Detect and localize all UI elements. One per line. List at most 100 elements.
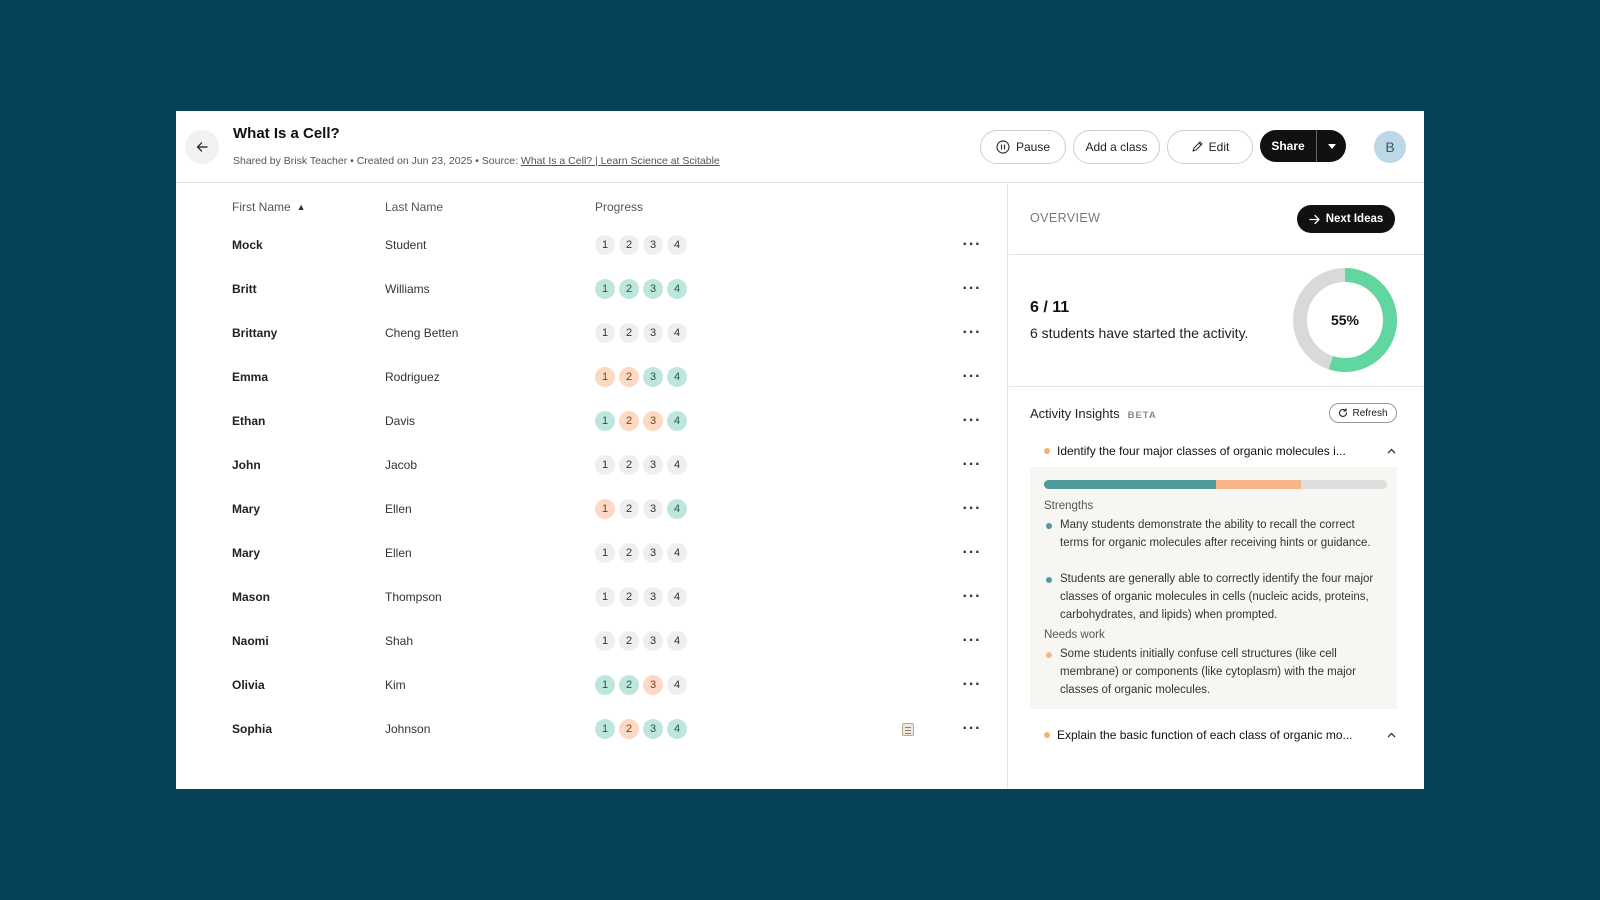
- progress-step-2[interactable]: 2: [619, 719, 639, 739]
- progress-step-3[interactable]: 3: [643, 411, 663, 431]
- next-ideas-button[interactable]: Next Ideas: [1297, 205, 1395, 233]
- overview-header: OVERVIEW Next Ideas: [1009, 184, 1424, 255]
- progress-step-3[interactable]: 3: [643, 499, 663, 519]
- progress-step-4[interactable]: 4: [667, 455, 687, 475]
- add-class-button[interactable]: Add a class: [1073, 130, 1160, 164]
- needs-work-text: Some students initially confuse cell str…: [1060, 648, 1356, 696]
- more-options-button[interactable]: ···: [960, 234, 984, 256]
- more-options-button[interactable]: ···: [960, 278, 984, 300]
- avatar[interactable]: B: [1374, 131, 1406, 163]
- arrow-left-icon: [196, 142, 208, 152]
- progress-step-2[interactable]: 2: [619, 675, 639, 695]
- progress-step-1[interactable]: 1: [595, 367, 615, 387]
- source-link[interactable]: What Is a Cell? | Learn Science at Scita…: [521, 155, 720, 167]
- progress-step-2[interactable]: 2: [619, 279, 639, 299]
- progress-step-1[interactable]: 1: [595, 411, 615, 431]
- share-button[interactable]: Share: [1260, 130, 1317, 162]
- progress-step-2[interactable]: 2: [619, 367, 639, 387]
- table-row[interactable]: Ethan Davis 1 2 3 4 ···: [176, 400, 1008, 444]
- more-options-button[interactable]: ···: [960, 542, 984, 564]
- progress-step-2[interactable]: 2: [619, 455, 639, 475]
- progress-step-1[interactable]: 1: [595, 499, 615, 519]
- progress-step-3[interactable]: 3: [643, 631, 663, 651]
- progress-steps: 1234: [595, 279, 687, 299]
- page-meta: Shared by Brisk Teacher • Created on Jun…: [233, 155, 720, 167]
- last-name-cell: Ellen: [385, 546, 412, 560]
- progress-step-2[interactable]: 2: [619, 499, 639, 519]
- table-row[interactable]: Mary Ellen 1 2 3 4 ···: [176, 488, 1008, 532]
- table-row[interactable]: Naomi Shah 1 2 3 4 ···: [176, 620, 1008, 664]
- objective-header-2[interactable]: Explain the basic function of each class…: [1030, 719, 1397, 751]
- progress-step-3[interactable]: 3: [643, 323, 663, 343]
- progress-step-4[interactable]: 4: [667, 543, 687, 563]
- progress-step-1[interactable]: 1: [595, 455, 615, 475]
- edit-button[interactable]: Edit: [1167, 130, 1253, 164]
- progress-step-3[interactable]: 3: [643, 719, 663, 739]
- progress-step-2[interactable]: 2: [619, 587, 639, 607]
- table-row[interactable]: Mock Student 1 2 3 4 ···: [176, 224, 1008, 268]
- progress-step-3[interactable]: 3: [643, 235, 663, 255]
- pause-button[interactable]: Pause: [980, 130, 1066, 164]
- progress-step-4[interactable]: 4: [667, 411, 687, 431]
- progress-step-1[interactable]: 1: [595, 719, 615, 739]
- progress-step-4[interactable]: 4: [667, 631, 687, 651]
- progress-percent: 55%: [1330, 312, 1360, 328]
- last-name-cell: Davis: [385, 414, 416, 428]
- progress-step-4[interactable]: 4: [667, 587, 687, 607]
- progress-step-1[interactable]: 1: [595, 323, 615, 343]
- more-options-button[interactable]: ···: [960, 718, 984, 740]
- student-table: First Name ▲ Last Name Progress Mock Stud…: [176, 184, 1008, 789]
- more-options-button[interactable]: ···: [960, 366, 984, 388]
- table-row[interactable]: Mason Thompson 1 2 3 4 ···: [176, 576, 1008, 620]
- progress-step-2[interactable]: 2: [619, 543, 639, 563]
- progress-step-2[interactable]: 2: [619, 411, 639, 431]
- pause-icon: [996, 140, 1010, 154]
- table-row[interactable]: Sophia Johnson 1 2 3 4 ···: [176, 708, 1008, 752]
- progress-step-1[interactable]: 1: [595, 235, 615, 255]
- progress-step-1[interactable]: 1: [595, 543, 615, 563]
- more-options-button[interactable]: ···: [960, 630, 984, 652]
- table-row[interactable]: Olivia Kim 1 2 3 4 ···: [176, 664, 1008, 708]
- overview-panel: OVERVIEW Next Ideas 6 / 11 6 students ha…: [1009, 184, 1424, 789]
- column-header-last-name[interactable]: Last Name: [385, 200, 443, 214]
- first-name-cell: Naomi: [232, 634, 269, 648]
- progress-step-3[interactable]: 3: [643, 279, 663, 299]
- progress-step-4[interactable]: 4: [667, 499, 687, 519]
- table-row[interactable]: Brittany Cheng Betten 1 2 3 4 ···: [176, 312, 1008, 356]
- more-options-button[interactable]: ···: [960, 410, 984, 432]
- edit-label: Edit: [1208, 140, 1230, 154]
- progress-step-4[interactable]: 4: [667, 367, 687, 387]
- progress-step-4[interactable]: 4: [667, 279, 687, 299]
- progress-step-4[interactable]: 4: [667, 719, 687, 739]
- progress-step-2[interactable]: 2: [619, 235, 639, 255]
- table-row[interactable]: John Jacob 1 2 3 4 ···: [176, 444, 1008, 488]
- objective-header-1[interactable]: Identify the four major classes of organ…: [1030, 435, 1397, 467]
- more-options-button[interactable]: ···: [960, 586, 984, 608]
- column-header-first-name[interactable]: First Name ▲: [232, 200, 306, 214]
- progress-step-1[interactable]: 1: [595, 675, 615, 695]
- progress-step-2[interactable]: 2: [619, 631, 639, 651]
- progress-step-1[interactable]: 1: [595, 279, 615, 299]
- more-options-button[interactable]: ···: [960, 454, 984, 476]
- progress-step-3[interactable]: 3: [643, 587, 663, 607]
- table-row[interactable]: Britt Williams 1 2 3 4 ···: [176, 268, 1008, 312]
- progress-step-4[interactable]: 4: [667, 323, 687, 343]
- back-button[interactable]: [185, 130, 219, 164]
- progress-step-3[interactable]: 3: [643, 455, 663, 475]
- table-row[interactable]: Emma Rodriguez 1 2 3 4 ···: [176, 356, 1008, 400]
- progress-step-3[interactable]: 3: [643, 675, 663, 695]
- progress-step-4[interactable]: 4: [667, 675, 687, 695]
- notes-icon[interactable]: [902, 723, 914, 736]
- refresh-button[interactable]: Refresh: [1329, 403, 1397, 423]
- progress-step-3[interactable]: 3: [643, 367, 663, 387]
- more-options-button[interactable]: ···: [960, 498, 984, 520]
- progress-step-4[interactable]: 4: [667, 235, 687, 255]
- progress-step-3[interactable]: 3: [643, 543, 663, 563]
- table-row[interactable]: Mary Ellen 1 2 3 4 ···: [176, 532, 1008, 576]
- share-menu-button[interactable]: [1317, 130, 1346, 162]
- progress-step-1[interactable]: 1: [595, 631, 615, 651]
- more-options-button[interactable]: ···: [960, 674, 984, 696]
- progress-step-2[interactable]: 2: [619, 323, 639, 343]
- progress-step-1[interactable]: 1: [595, 587, 615, 607]
- more-options-button[interactable]: ···: [960, 322, 984, 344]
